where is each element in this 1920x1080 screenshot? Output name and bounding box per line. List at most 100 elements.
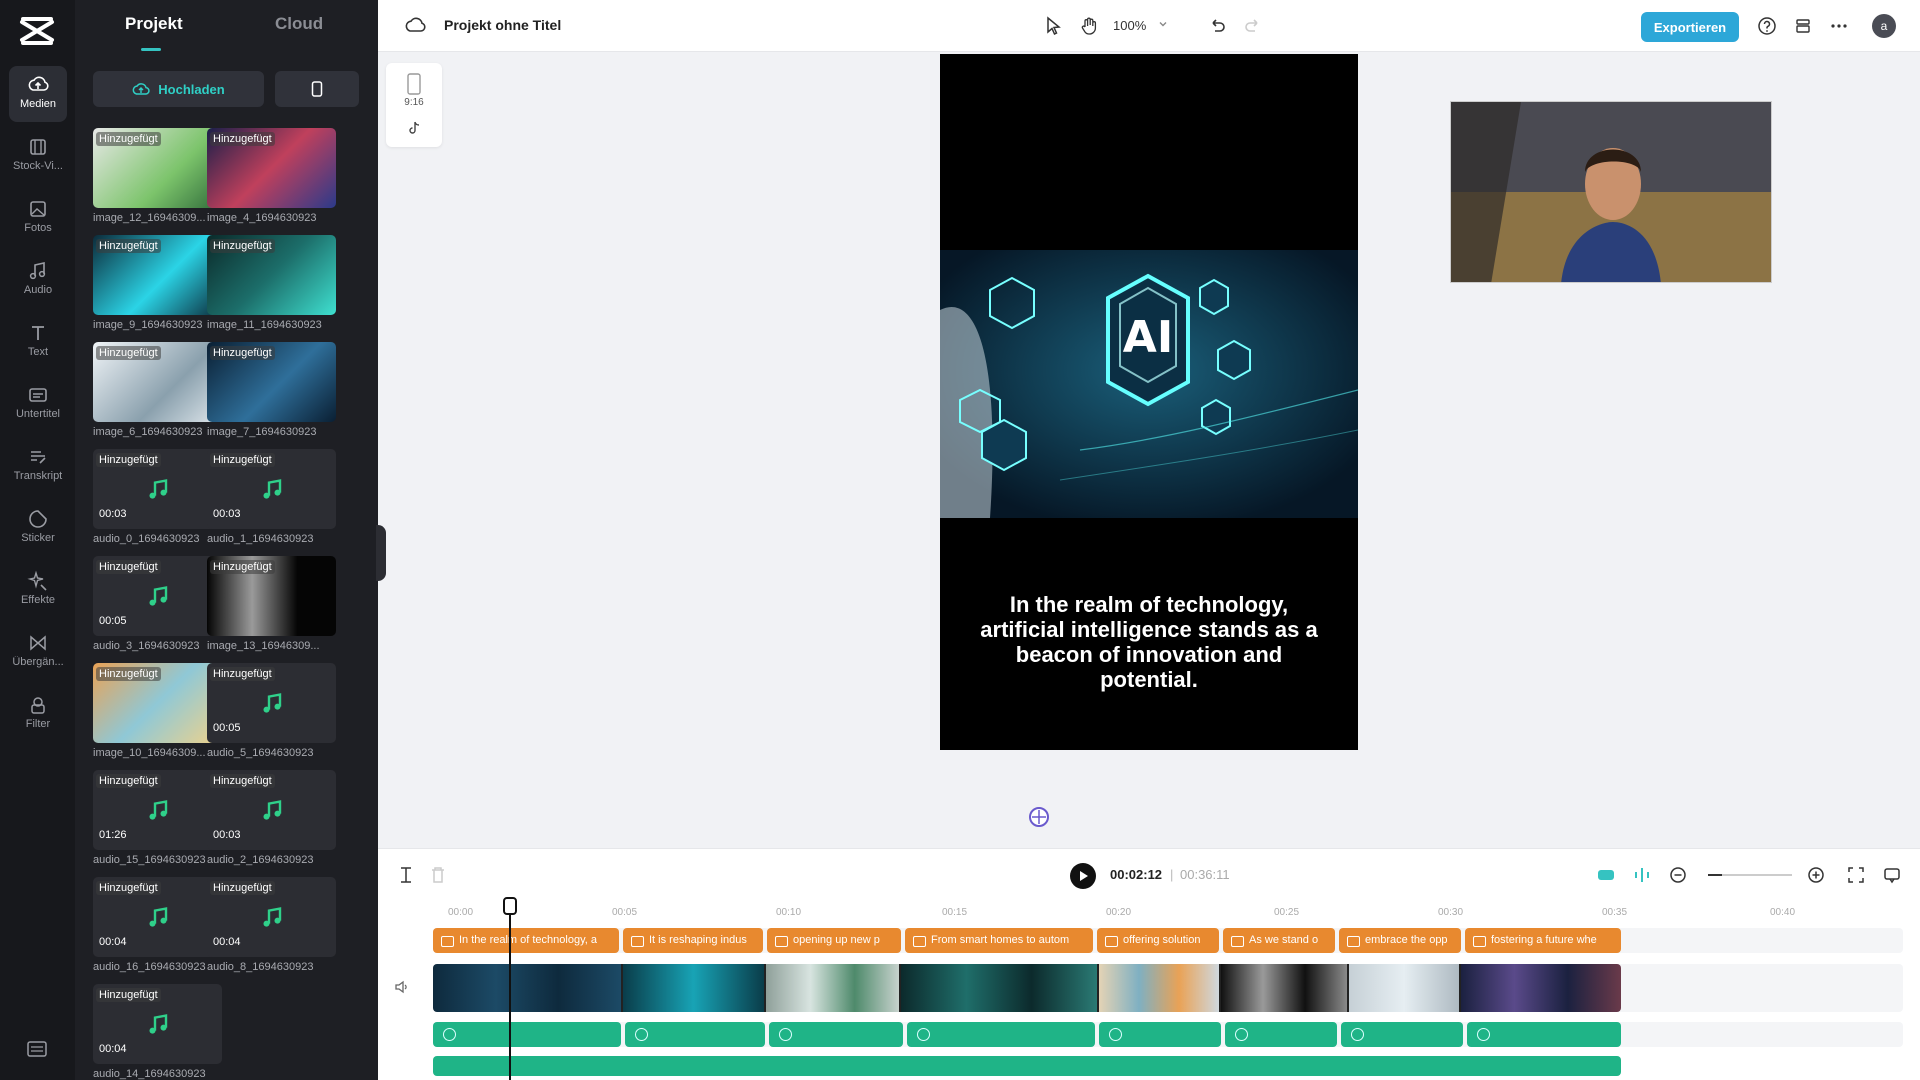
video-track[interactable] bbox=[433, 964, 1621, 1012]
sidebar-item-label: Stock-Vi... bbox=[13, 160, 63, 172]
zoom-slider-handle[interactable] bbox=[1708, 871, 1722, 879]
audio-media-tile[interactable]: Hinzugefügt 00:04 bbox=[207, 877, 336, 957]
tiktok-icon[interactable] bbox=[408, 121, 420, 135]
image-media-tile[interactable]: Hinzugefügt bbox=[207, 128, 336, 208]
audio-media-tile[interactable]: Hinzugefügt 00:04 bbox=[93, 877, 222, 957]
project-title[interactable]: Projekt ohne Titel bbox=[444, 17, 561, 33]
audio-media-tile[interactable]: Hinzugefügt 00:04 bbox=[93, 984, 222, 1064]
voiceover-audio-clip[interactable] bbox=[1099, 1022, 1221, 1047]
layers-icon[interactable] bbox=[1792, 15, 1814, 37]
playhead[interactable] bbox=[509, 906, 511, 1080]
sidebar-item-stock-videos[interactable]: Stock-Vi... bbox=[9, 128, 67, 184]
text-clip[interactable]: As we stand o bbox=[1223, 928, 1335, 953]
video-clip[interactable] bbox=[433, 964, 623, 1012]
chevron-down-icon[interactable] bbox=[1157, 18, 1169, 30]
sidebar-item-filter[interactable]: Filter bbox=[9, 686, 67, 742]
phone-upload-button[interactable] bbox=[275, 71, 359, 107]
text-clip[interactable]: From smart homes to autom bbox=[905, 928, 1093, 953]
text-clip[interactable]: In the realm of technology, a bbox=[433, 928, 619, 953]
auto-snap-icon[interactable] bbox=[1596, 865, 1616, 885]
aspect-ratio-card[interactable]: 9:16 bbox=[386, 63, 442, 147]
text-clip[interactable]: fostering a future whe bbox=[1465, 928, 1621, 953]
video-preview[interactable]: AI In the realm of technology, artificia… bbox=[940, 54, 1358, 750]
video-clip[interactable] bbox=[1099, 964, 1221, 1012]
video-clip[interactable] bbox=[766, 964, 901, 1012]
image-media-tile[interactable]: Hinzugefügt bbox=[93, 235, 222, 315]
text-clip[interactable]: opening up new p bbox=[767, 928, 901, 953]
voiceover-audio-clip[interactable] bbox=[769, 1022, 903, 1047]
video-clip[interactable] bbox=[623, 964, 766, 1012]
zoom-level[interactable]: 100% bbox=[1113, 18, 1146, 33]
sidebar-item-medien[interactable]: Medien bbox=[9, 66, 67, 122]
canvas-center-icon[interactable] bbox=[1028, 806, 1050, 828]
sidebar-item-transkript[interactable]: Transkript bbox=[9, 438, 67, 494]
added-badge: Hinzugefügt bbox=[210, 774, 275, 788]
playhead-handle[interactable] bbox=[503, 897, 517, 915]
audio-media-tile[interactable]: Hinzugefügt 00:03 bbox=[93, 449, 222, 529]
image-media-tile[interactable]: Hinzugefügt bbox=[93, 128, 222, 208]
text-clip[interactable]: It is reshaping indus bbox=[623, 928, 763, 953]
audio-media-tile[interactable]: Hinzugefügt 00:03 bbox=[207, 449, 336, 529]
sidebar-item-text[interactable]: Text bbox=[9, 314, 67, 370]
subtitle-caption[interactable]: In the realm of technology, artificial i… bbox=[970, 592, 1328, 692]
redo-icon[interactable] bbox=[1242, 15, 1264, 37]
added-badge: Hinzugefügt bbox=[210, 453, 275, 467]
select-cursor-icon[interactable] bbox=[1042, 15, 1064, 37]
video-clip[interactable] bbox=[1349, 964, 1461, 1012]
voiceover-audio-clip[interactable] bbox=[907, 1022, 1095, 1047]
voiceover-audio-clip[interactable] bbox=[1467, 1022, 1621, 1047]
export-button[interactable]: Exportieren bbox=[1641, 12, 1739, 42]
play-button[interactable] bbox=[1070, 863, 1096, 889]
sidebar-item-label: Fotos bbox=[24, 222, 52, 234]
cloud-save-icon[interactable] bbox=[404, 15, 426, 37]
voiceover-audio-clip[interactable] bbox=[625, 1022, 765, 1047]
image-media-tile[interactable]: Hinzugefügt bbox=[207, 342, 336, 422]
sidebar-item-untertitel[interactable]: Untertitel bbox=[9, 376, 67, 432]
sidebar-item-uebergaenge[interactable]: Übergän... bbox=[9, 624, 67, 680]
sidebar-item-sticker[interactable]: Sticker bbox=[9, 500, 67, 556]
comment-icon[interactable] bbox=[1882, 865, 1902, 885]
music-note-icon bbox=[145, 584, 171, 615]
text-clip[interactable]: embrace the opp bbox=[1339, 928, 1461, 953]
undo-icon[interactable] bbox=[1206, 15, 1228, 37]
avatar[interactable]: a bbox=[1872, 14, 1896, 38]
music-note-icon bbox=[145, 905, 171, 936]
text-icon bbox=[32, 326, 44, 340]
panel-collapse-handle[interactable] bbox=[376, 525, 386, 581]
sidebar-item-audio[interactable]: Audio bbox=[9, 252, 67, 308]
video-clip[interactable] bbox=[1221, 964, 1349, 1012]
hand-tool-icon[interactable] bbox=[1078, 15, 1100, 37]
video-clip[interactable] bbox=[901, 964, 1099, 1012]
audio-media-tile[interactable]: Hinzugefügt 01:26 bbox=[93, 770, 222, 850]
image-media-tile[interactable]: Hinzugefügt bbox=[207, 556, 336, 636]
help-icon[interactable] bbox=[1756, 15, 1778, 37]
image-media-tile[interactable]: Hinzugefügt bbox=[207, 235, 336, 315]
sidebar-item-fotos[interactable]: Fotos bbox=[9, 190, 67, 246]
ruler-tick-label: 00:15 bbox=[942, 907, 968, 918]
image-media-tile[interactable]: Hinzugefügt bbox=[93, 342, 222, 422]
zoom-out-icon[interactable] bbox=[1668, 865, 1688, 885]
voiceover-audio-clip[interactable] bbox=[1225, 1022, 1337, 1047]
audio-media-tile[interactable]: Hinzugefügt 00:03 bbox=[207, 770, 336, 850]
delete-icon[interactable] bbox=[428, 865, 448, 885]
text-clip[interactable]: offering solution bbox=[1097, 928, 1219, 953]
voiceover-audio-clip[interactable] bbox=[1341, 1022, 1463, 1047]
fullscreen-icon[interactable] bbox=[1846, 865, 1866, 885]
zoom-in-icon[interactable] bbox=[1806, 865, 1826, 885]
cloud-upload-icon bbox=[28, 76, 49, 91]
video-clip[interactable] bbox=[1461, 964, 1621, 1012]
audio-media-tile[interactable]: Hinzugefügt 00:05 bbox=[93, 556, 222, 636]
upload-button[interactable]: Hochladen bbox=[93, 71, 264, 107]
split-icon[interactable] bbox=[396, 865, 416, 885]
image-media-tile[interactable]: Hinzugefügt bbox=[93, 663, 222, 743]
keyboard-icon[interactable] bbox=[26, 1040, 48, 1058]
tab-cloud[interactable]: Cloud bbox=[275, 14, 323, 34]
voiceover-audio-clip[interactable] bbox=[433, 1022, 621, 1047]
more-options-icon[interactable] bbox=[1828, 15, 1850, 37]
tab-projekt[interactable]: Projekt bbox=[125, 14, 183, 34]
background-audio-clip[interactable] bbox=[433, 1056, 1621, 1076]
sidebar-item-effekte[interactable]: Effekte bbox=[9, 562, 67, 618]
mute-track-icon[interactable] bbox=[394, 979, 410, 995]
link-split-icon[interactable] bbox=[1632, 865, 1652, 885]
audio-media-tile[interactable]: Hinzugefügt 00:05 bbox=[207, 663, 336, 743]
